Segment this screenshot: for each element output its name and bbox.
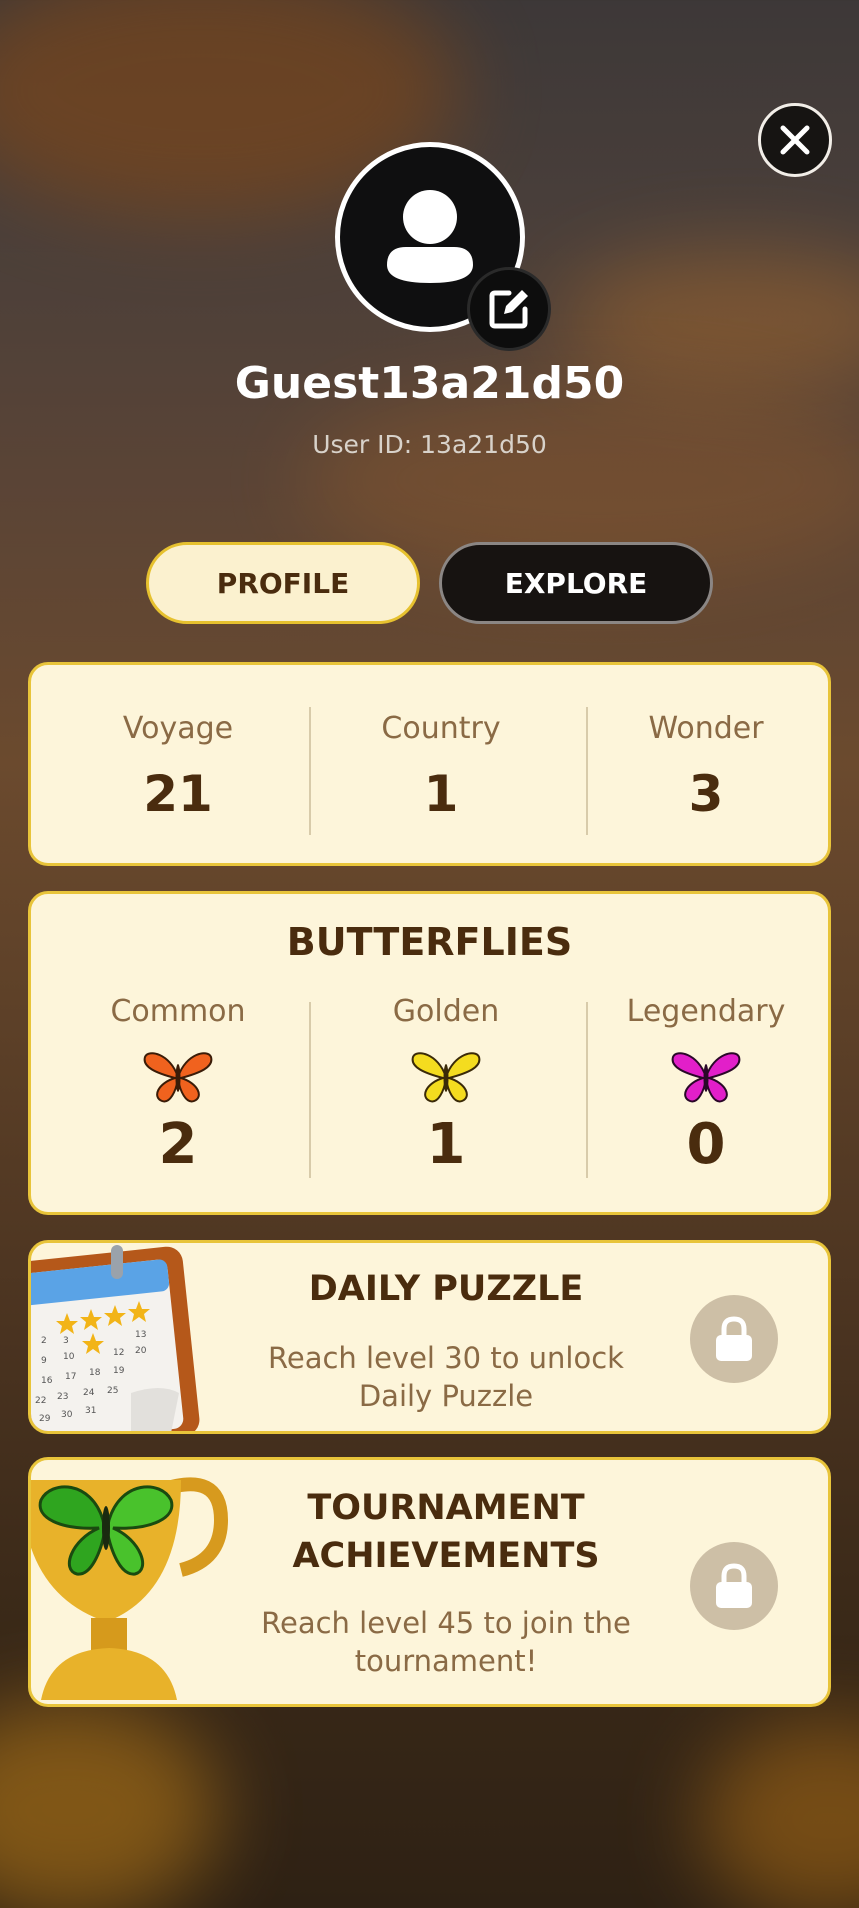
stat-value: 1: [423, 765, 459, 823]
edit-icon: [489, 290, 528, 329]
orange-butterfly-icon: [143, 1052, 213, 1103]
tournament-title-line1: TOURNAMENT: [307, 1488, 585, 1528]
svg-text:13: 13: [135, 1330, 146, 1340]
daily-puzzle-desc-line2: Daily Puzzle: [358, 1379, 534, 1413]
close-icon: [780, 125, 810, 155]
svg-text:19: 19: [113, 1366, 125, 1376]
svg-text:3: 3: [63, 1336, 69, 1346]
stats-card: Voyage 21 Country 1 Wonder 3: [28, 662, 831, 866]
lock-icon: [716, 1316, 752, 1361]
edit-avatar-button[interactable]: [467, 267, 551, 351]
butterfly-label: Golden: [392, 994, 500, 1029]
butterfly-legendary: Legendary 0: [576, 894, 828, 1212]
daily-puzzle-lock-button[interactable]: [690, 1295, 778, 1383]
magenta-butterfly-icon: [671, 1052, 741, 1103]
stat-country: Country 1: [311, 665, 571, 863]
daily-puzzle-card[interactable]: 2 3 13 9 10 12 20 16 17 18 19 22 23 24 25 29 30 31 DA…: [28, 1240, 831, 1434]
svg-text:22: 22: [35, 1396, 46, 1406]
stat-wonder: Wonder 3: [576, 665, 828, 863]
svg-text:12: 12: [113, 1348, 124, 1358]
daily-puzzle-desc-line1: Reach level 30 to unlock: [268, 1341, 624, 1375]
tab-explore[interactable]: EXPLORE: [439, 542, 713, 624]
svg-text:9: 9: [41, 1356, 47, 1366]
butterflies-card: BUTTERFLIES Common 2 Golden 1 Legendary …: [28, 891, 831, 1215]
svg-text:31: 31: [85, 1406, 96, 1416]
tournament-lock-button[interactable]: [690, 1542, 778, 1630]
stat-label: Wonder: [648, 711, 764, 746]
butterfly-golden: Golden 1: [316, 894, 576, 1212]
tournament-desc-line1: Reach level 45 to join the: [261, 1606, 631, 1640]
svg-text:29: 29: [39, 1414, 51, 1424]
username: Guest13a21d50: [234, 358, 625, 409]
stat-value: 3: [688, 765, 724, 823]
stat-label: Country: [381, 711, 501, 746]
divider: [309, 1002, 311, 1178]
svg-text:10: 10: [63, 1352, 75, 1362]
tournament-title-line2: ACHIEVEMENTS: [292, 1536, 600, 1576]
close-button[interactable]: [758, 103, 832, 177]
svg-text:23: 23: [57, 1392, 68, 1402]
butterfly-count: 1: [426, 1112, 466, 1177]
stat-voyage: Voyage 21: [48, 665, 308, 863]
svg-text:30: 30: [61, 1410, 73, 1420]
user-id: User ID: 13a21d50: [312, 430, 547, 459]
tab-profile[interactable]: PROFILE: [146, 542, 420, 624]
stat-label: Voyage: [122, 711, 234, 746]
butterfly-count: 2: [158, 1112, 198, 1177]
tournament-desc-line2: tournament!: [354, 1644, 538, 1678]
butterfly-count: 0: [686, 1112, 726, 1177]
svg-text:2: 2: [41, 1336, 47, 1346]
svg-text:24: 24: [83, 1388, 95, 1398]
tournament-card[interactable]: TOURNAMENT ACHIEVEMENTS Reach level 45 t…: [28, 1457, 831, 1707]
stat-value: 21: [143, 765, 213, 823]
calendar-icon: 2 313 9 10 12 20 16 17 18 19 22 23 24 25 29 30 31: [31, 1245, 200, 1431]
svg-text:18: 18: [89, 1368, 101, 1378]
trophy-icon: [31, 1477, 229, 1700]
yellow-butterfly-icon: [411, 1052, 481, 1103]
svg-text:17: 17: [65, 1372, 76, 1382]
svg-text:20: 20: [135, 1346, 147, 1356]
butterfly-common: Common 2: [48, 894, 308, 1212]
svg-text:25: 25: [107, 1386, 118, 1396]
daily-puzzle-title: DAILY PUZZLE: [308, 1269, 584, 1309]
svg-text:16: 16: [41, 1376, 53, 1386]
butterfly-label: Common: [110, 994, 246, 1029]
lock-icon: [716, 1563, 752, 1608]
butterfly-label: Legendary: [626, 994, 786, 1029]
